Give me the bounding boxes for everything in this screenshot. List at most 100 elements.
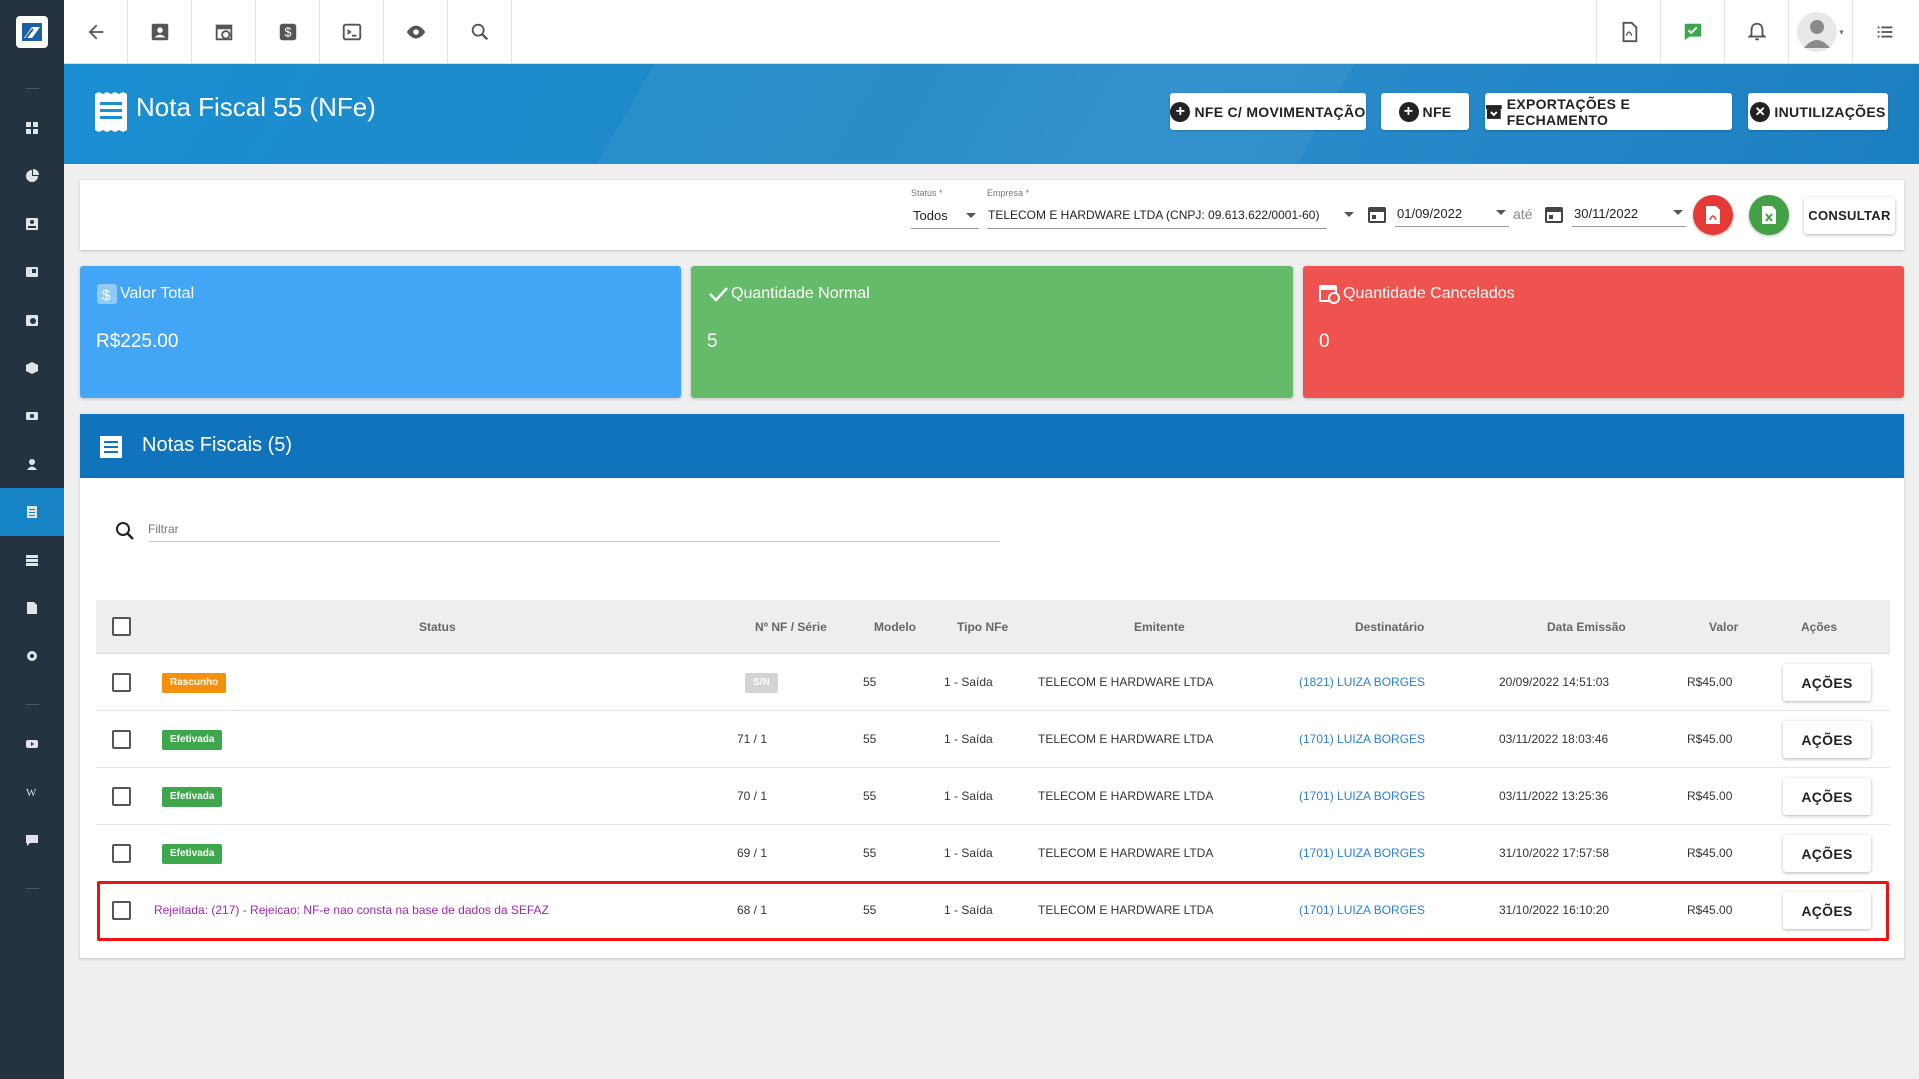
filter-input[interactable] (148, 516, 1000, 542)
search-icon[interactable] (448, 0, 512, 64)
acoes-button[interactable]: AÇÕES (1783, 664, 1871, 701)
row-checkbox[interactable] (112, 787, 131, 806)
empresa-label: Empresa * (987, 188, 1030, 198)
row-checkbox[interactable] (112, 730, 131, 749)
row-checkbox[interactable] (112, 901, 131, 920)
chat-icon[interactable] (0, 816, 64, 864)
status-badge: Efetivada (162, 787, 223, 807)
app-logo[interactable] (0, 0, 64, 64)
table-row: Efetivada 70 / 1 55 1 - Saída TELECOM E … (96, 768, 1890, 825)
nfe-label: NFE (1422, 103, 1452, 120)
row-checkbox[interactable] (112, 844, 131, 863)
eye-icon[interactable] (384, 0, 448, 64)
status-badge: Efetivada (162, 730, 223, 750)
nf-serie-cell: 68 / 1 (737, 903, 768, 917)
header-emitente[interactable]: Emitente (1134, 620, 1185, 634)
status-select[interactable]: Todos (913, 208, 948, 223)
calendar-clock-icon[interactable] (192, 0, 256, 64)
nf-number-badge: S/N (745, 673, 778, 693)
modelo-cell: 55 (863, 789, 877, 803)
row-checkbox[interactable] (112, 673, 131, 692)
tipo-cell: 1 - Saída (944, 903, 993, 917)
wordpress-icon[interactable]: W (0, 768, 64, 816)
book-icon[interactable] (0, 248, 64, 296)
header-nf-serie[interactable]: Nº NF / Série (755, 620, 827, 634)
destinatario-link[interactable]: (1821) LUIZA BORGES (1299, 675, 1425, 689)
svg-text:W: W (26, 787, 37, 799)
acoes-button[interactable]: AÇÕES (1783, 721, 1871, 758)
avatar[interactable]: ▾ (1788, 0, 1852, 64)
empresa-select[interactable]: TELECOM E HARDWARE LTDA (CNPJ: 09.613.62… (988, 208, 1319, 222)
header-modelo[interactable]: Modelo (874, 620, 916, 634)
menu-list-icon[interactable] (1852, 0, 1916, 64)
contact-icon[interactable] (128, 0, 192, 64)
back-arrow-icon[interactable] (64, 0, 128, 64)
destinatario-link[interactable]: (1701) LUIZA BORGES (1299, 846, 1425, 860)
calendar-icon[interactable] (1368, 205, 1386, 223)
table-row: Rascunho S/N 55 1 - Saída TELECOM E HARD… (96, 654, 1890, 711)
acoes-button[interactable]: AÇÕES (1783, 835, 1871, 872)
acoes-button[interactable]: AÇÕES (1783, 892, 1871, 929)
box-icon[interactable] (0, 344, 64, 392)
pdf-icon[interactable] (1596, 0, 1660, 64)
quantidade-normal-title: Quantidade Normal (731, 285, 870, 302)
date-to-input[interactable]: 30/11/2022 (1574, 206, 1638, 221)
top-bar: $ ▾ (64, 0, 1919, 64)
calendar-clock-icon[interactable] (0, 296, 64, 344)
bell-icon[interactable] (1724, 0, 1788, 64)
dollar-icon[interactable]: $ (256, 0, 320, 64)
valor-cell: R$45.00 (1687, 732, 1733, 746)
receipt-icon[interactable] (0, 488, 64, 536)
page-title: Nota Fiscal 55 (NFe) (136, 92, 376, 122)
nfe-button[interactable]: + NFE (1381, 93, 1469, 130)
sidebar: W (0, 0, 64, 1079)
nfe-movimentacao-button[interactable]: + NFE C/ MOVIMENTAÇÃO (1170, 93, 1366, 130)
document-icon[interactable] (0, 584, 64, 632)
select-all-checkbox[interactable] (112, 617, 131, 636)
pie-chart-icon[interactable] (0, 152, 64, 200)
header-acoes: Ações (1801, 620, 1838, 634)
destinatario-link[interactable]: (1701) LUIZA BORGES (1299, 789, 1425, 803)
plus-circle-icon: + (1170, 101, 1191, 122)
valor-cell: R$45.00 (1687, 789, 1733, 803)
header-valor[interactable]: Valor (1709, 620, 1738, 634)
video-icon[interactable] (0, 720, 64, 768)
destinatario-link[interactable]: (1701) LUIZA BORGES (1299, 903, 1425, 917)
server-icon[interactable] (0, 536, 64, 584)
header-tipo[interactable]: Tipo NFe (957, 620, 1008, 634)
calendar-icon[interactable] (1545, 205, 1563, 223)
modelo-cell: 55 (863, 903, 877, 917)
date-from-input[interactable]: 01/09/2022 (1397, 206, 1462, 221)
header-destinatario[interactable]: Destinatário (1355, 620, 1424, 634)
chat-check-icon[interactable] (1660, 0, 1724, 64)
exportacoes-button[interactable]: EXPORTAÇÕES E FECHAMENTO (1485, 93, 1732, 130)
status-underline (911, 228, 979, 229)
person-pin-icon[interactable] (0, 440, 64, 488)
header-status[interactable]: Status (419, 620, 456, 634)
acoes-button[interactable]: AÇÕES (1783, 778, 1871, 815)
dashboard-icon[interactable] (0, 104, 64, 152)
gear-icon[interactable] (0, 632, 64, 680)
table-row: Efetivada 71 / 1 55 1 - Saída TELECOM E … (96, 711, 1890, 768)
export-pdf-button[interactable] (1693, 195, 1733, 235)
chevron-down-icon (966, 213, 976, 218)
emitente-cell: TELECOM E HARDWARE LTDA (1038, 789, 1214, 803)
money-icon[interactable] (0, 392, 64, 440)
consultar-button[interactable]: CONSULTAR (1804, 197, 1895, 234)
export-excel-button[interactable] (1749, 195, 1789, 235)
data-emissao-cell: 31/10/2022 16:10:20 (1499, 903, 1610, 917)
status-badge: Efetivada (162, 844, 223, 864)
tipo-cell: 1 - Saída (944, 675, 993, 689)
data-emissao-cell: 20/09/2022 14:51:03 (1499, 675, 1610, 689)
inutilizacoes-button[interactable]: ✕ INUTILIZAÇÕES (1748, 93, 1888, 130)
header-data-emissao[interactable]: Data Emissão (1547, 620, 1626, 634)
chevron-down-icon: ▾ (1839, 26, 1844, 37)
terminal-icon[interactable] (320, 0, 384, 64)
nf-serie-cell: 69 / 1 (737, 846, 768, 860)
modelo-cell: 55 (863, 675, 877, 689)
contact-card-icon[interactable] (0, 200, 64, 248)
destinatario-link[interactable]: (1701) LUIZA BORGES (1299, 732, 1425, 746)
table-row: Efetivada 69 / 1 55 1 - Saída TELECOM E … (96, 825, 1890, 882)
data-emissao-cell: 31/10/2022 17:57:58 (1499, 846, 1610, 860)
archive-icon (1485, 104, 1502, 119)
